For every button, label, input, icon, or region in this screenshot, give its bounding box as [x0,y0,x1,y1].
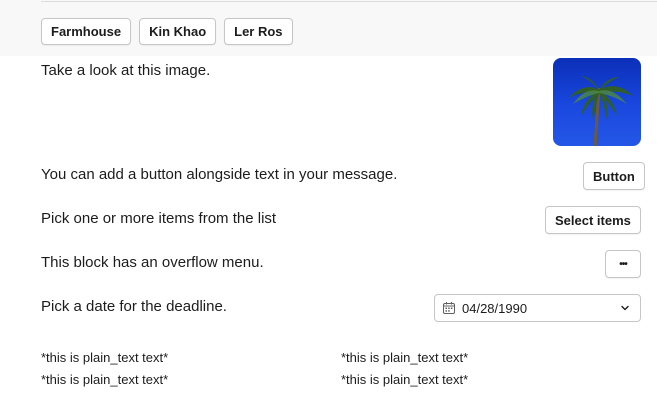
date-value: 04/28/1990 [462,300,528,316]
overflow-section-text: This block has an overflow menu. [41,254,264,271]
ler-ros-button[interactable]: Ler Ros [224,18,293,45]
field-text: *this is plain_text text* [341,350,469,365]
chevron-down-icon [621,305,629,311]
date-section-text: Pick a date for the deadline. [41,298,227,315]
divider [41,1,657,2]
top-actions: Farmhouse Kin Khao Ler Ros [41,18,293,45]
select-items-button[interactable]: Select items [545,206,641,234]
field-text: *this is plain_text text* [41,350,169,365]
date-picker[interactable]: 04/28/1990 [434,294,641,322]
button-section-text: You can add a button alongside text in y… [41,166,398,183]
palm-tree-image [553,58,641,146]
farmhouse-button[interactable]: Farmhouse [41,18,132,45]
calendar-icon [443,302,455,314]
overflow-menu-button[interactable]: ••• [605,250,641,278]
field-text: *this is plain_text text* [41,372,169,387]
palm-tree-icon [569,76,633,146]
button-accessory[interactable]: Button [583,162,645,190]
ellipsis-icon: ••• [619,258,627,270]
image-section-text: Take a look at this image. [41,62,211,79]
field-text: *this is plain_text text* [341,372,469,387]
kin-khao-button[interactable]: Kin Khao [139,18,217,45]
multiselect-section-text: Pick one or more items from the list [41,210,277,227]
